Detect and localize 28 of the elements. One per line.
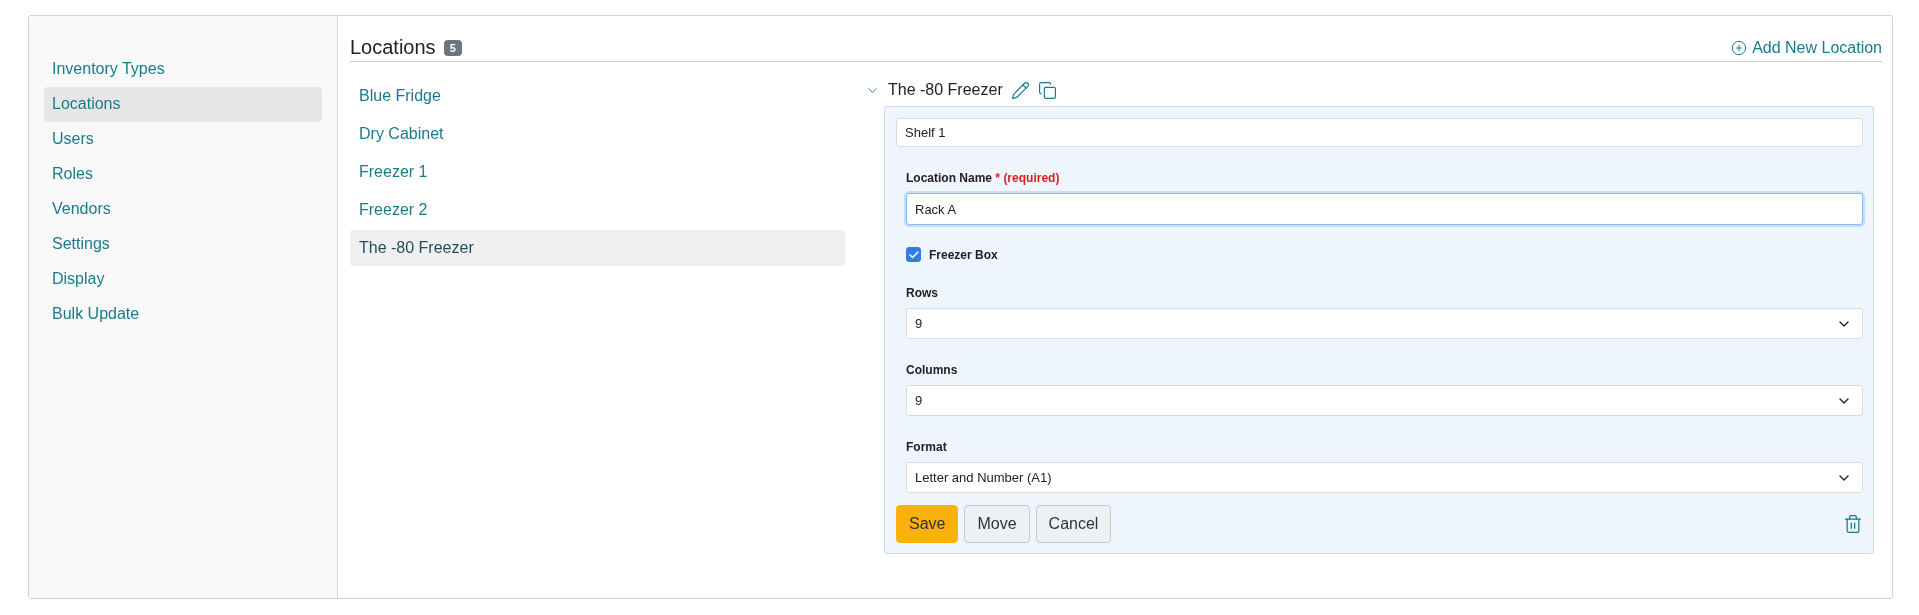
location-item[interactable]: Dry Cabinet [350, 116, 845, 152]
path-field[interactable]: Shelf 1 [896, 118, 1863, 147]
location-title: The -80 Freezer [888, 81, 1003, 99]
field-label: Columns [906, 363, 959, 377]
checkbox-label: Freezer Box [929, 247, 998, 262]
add-location-link[interactable]: Add New Location [1731, 38, 1882, 57]
location-item[interactable]: The -80 Freezer [350, 230, 845, 266]
location-item[interactable]: Freezer 2 [350, 192, 845, 228]
form-button[interactable]: Move [964, 505, 1030, 543]
copy-icon[interactable] [1037, 80, 1057, 100]
save-button[interactable]: Save [896, 505, 959, 543]
location-item[interactable]: Blue Fridge [350, 78, 845, 114]
location-item[interactable]: Freezer 1 [350, 154, 845, 190]
form-button[interactable]: Cancel [1035, 505, 1112, 543]
field-label: Format [906, 440, 948, 454]
select-field[interactable]: Letter and Number (A1) [906, 462, 1863, 493]
location-name-field[interactable]: Rack A [906, 193, 1863, 225]
sidebar-item[interactable]: Locations [44, 87, 322, 122]
edit-icon[interactable] [1010, 80, 1030, 100]
checkbox[interactable] [906, 247, 921, 262]
trash-icon[interactable] [1843, 514, 1863, 534]
count-badge: 5 [443, 39, 462, 56]
field-label: Rows [906, 286, 939, 300]
select-field[interactable]: 9 [906, 385, 1863, 416]
select-field[interactable]: 9 [906, 308, 1863, 339]
section-title: Locations [350, 36, 436, 59]
plus-circle-icon [1731, 39, 1748, 56]
field-label: Location Name * (required) [906, 171, 1061, 185]
